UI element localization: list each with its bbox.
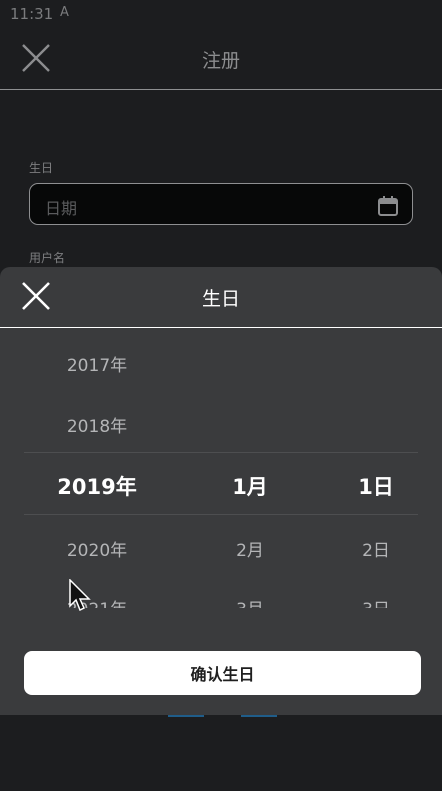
confirm-birthday-button[interactable]: 确认生日 [24,651,421,695]
birthday-date-field[interactable]: 日期 [29,183,413,225]
birthday-picker-sheet: 生日 2017年 2018年 2019年 2020年 2021年 1月 2月 3… [0,267,442,715]
link-underline [168,715,204,717]
sheet-title: 生日 [201,288,240,310]
mouse-cursor-icon [69,579,91,611]
selection-top-line [24,452,418,453]
calendar-icon[interactable] [377,195,399,217]
page-header: 注册 [0,28,442,90]
month-option-selected[interactable]: 1月 [232,471,268,501]
username-label: 用户名 [29,251,66,265]
month-option[interactable]: 3月 [236,595,264,608]
year-option[interactable]: 2017年 [67,351,127,376]
day-option-selected[interactable]: 1日 [358,471,394,501]
link-underline [241,715,277,717]
year-option[interactable]: 2020年 [67,536,127,561]
year-option[interactable]: 2018年 [67,412,127,437]
selection-bottom-line [24,514,418,515]
status-time: 11:31 [10,5,54,23]
page-title: 注册 [201,50,240,72]
day-option[interactable]: 2日 [362,536,390,561]
date-placeholder: 日期 [45,199,78,218]
status-a-icon: A [60,5,69,20]
sheet-header: 生日 [0,267,442,328]
day-option[interactable]: 3日 [362,595,390,608]
status-bar: 11:31 A [0,0,442,28]
date-wheel-picker[interactable]: 2017年 2018年 2019年 2020年 2021年 1月 2月 3月 1… [0,328,442,608]
month-option[interactable]: 2月 [236,536,264,561]
year-option-selected[interactable]: 2019年 [57,471,136,501]
birthday-label: 生日 [29,161,54,175]
